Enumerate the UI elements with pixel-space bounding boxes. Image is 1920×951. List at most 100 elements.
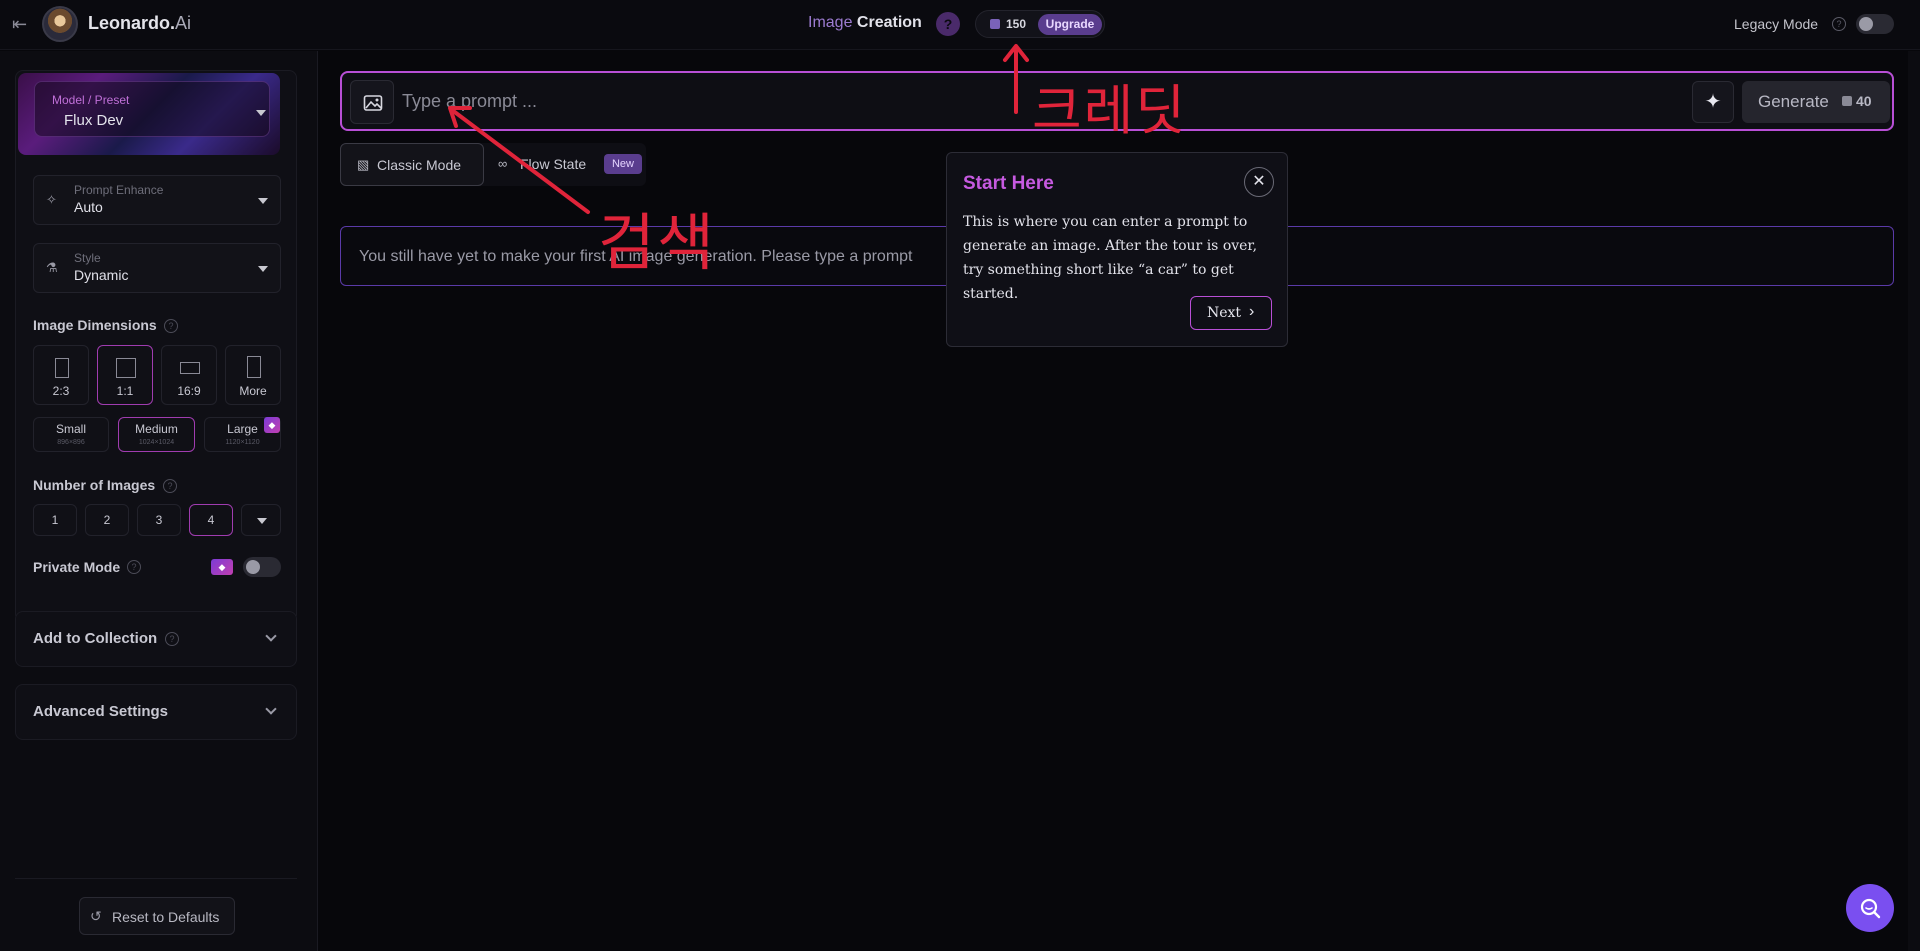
- credit-coin-icon: [1842, 96, 1852, 106]
- model-preset-value: Flux Dev: [64, 112, 124, 129]
- style-label: Style: [74, 251, 101, 265]
- annotation-credit-text: 크레딧: [1032, 79, 1188, 142]
- legacy-mode-toggle[interactable]: [1856, 14, 1894, 34]
- size-label: Small: [55, 422, 86, 436]
- premium-gem-icon: ◆: [264, 417, 280, 433]
- size-medium[interactable]: Medium 1024×1024: [118, 417, 195, 452]
- prompt-enhance-select[interactable]: ✧ Prompt Enhance Auto: [33, 175, 281, 225]
- square-shape-icon: [116, 358, 136, 378]
- private-mode-label: Private Mode: [33, 559, 121, 575]
- num-images-3[interactable]: 3: [137, 504, 181, 536]
- tour-next-button[interactable]: Next ›: [1190, 296, 1272, 330]
- dimension-label: 2:3: [52, 384, 70, 398]
- sparkle-icon: ✧: [46, 192, 57, 207]
- scrollbar[interactable]: [1908, 51, 1920, 951]
- model-preset-label: Model / Preset: [52, 93, 130, 107]
- premium-gem-icon: ◆: [211, 559, 233, 575]
- size-resolution: 1120×1120: [225, 439, 260, 446]
- number-of-images-title: Number of Images: [33, 477, 156, 493]
- chat-support-button[interactable]: [1846, 884, 1894, 932]
- reset-label: Reset to Defaults: [112, 909, 220, 925]
- style-value: Dynamic: [74, 267, 129, 283]
- prompt-enhance-label: Prompt Enhance: [74, 183, 164, 197]
- brand-ai: Ai: [175, 13, 192, 33]
- tab-flow-state[interactable]: ∞ Flow State New: [490, 143, 646, 186]
- next-label: Next: [1207, 305, 1242, 321]
- close-icon[interactable]: ✕: [1244, 167, 1274, 197]
- credit-coin-icon: [990, 19, 1000, 29]
- portrait-shape-icon: [55, 358, 69, 378]
- model-dropdown-icon[interactable]: [256, 110, 266, 116]
- help-icon[interactable]: ?: [936, 12, 960, 36]
- image-prompt-button[interactable]: [350, 80, 394, 124]
- credits-badge[interactable]: 150 Upgrade: [975, 10, 1105, 38]
- back-arrow-icon[interactable]: ⇤: [12, 14, 34, 34]
- title-part-creation: Creation: [856, 14, 922, 31]
- new-badge: New: [604, 154, 642, 174]
- num-images-2[interactable]: 2: [85, 504, 129, 536]
- add-to-collection-label: Add to Collection: [33, 630, 158, 647]
- tour-popover: Start Here ✕ This is where you can enter…: [946, 152, 1288, 347]
- dimension-more[interactable]: More: [225, 345, 281, 405]
- private-mode-help-icon[interactable]: ?: [127, 560, 141, 574]
- advanced-settings-label: Advanced Settings: [33, 703, 169, 720]
- sidebar-divider: [15, 878, 297, 879]
- brand-main: Leonardo.: [88, 13, 176, 33]
- image-dimensions-title: Image Dimensions: [33, 317, 157, 333]
- more-shape-icon: [247, 356, 261, 378]
- tour-body: This is where you can enter a prompt to …: [963, 214, 1258, 302]
- image-upload-icon: [363, 95, 383, 111]
- dimension-label: 1:1: [116, 384, 134, 398]
- landscape-shape-icon: [180, 362, 200, 374]
- link-icon: ∞: [498, 156, 508, 171]
- page-title: Image Creation: [808, 14, 922, 32]
- mode-tabs: ▧ Classic Mode ∞ Flow State New: [340, 143, 646, 186]
- upgrade-button[interactable]: Upgrade: [1038, 14, 1102, 35]
- image-icon: ▧: [357, 157, 370, 172]
- tab-label: Classic Mode: [377, 157, 462, 173]
- num-images-help-icon[interactable]: ?: [163, 479, 177, 493]
- private-mode-toggle[interactable]: [243, 557, 281, 577]
- tour-title: Start Here: [963, 173, 1054, 194]
- model-preset-selector[interactable]: [18, 73, 280, 155]
- legacy-help-icon[interactable]: ?: [1832, 17, 1846, 31]
- brand-name: Leonardo.Ai: [88, 13, 191, 34]
- collection-help-icon[interactable]: ?: [165, 632, 179, 646]
- tab-classic-mode[interactable]: ▧ Classic Mode: [340, 143, 484, 186]
- style-select[interactable]: ⚗ Style Dynamic: [33, 243, 281, 293]
- prompt-enhance-value: Auto: [74, 199, 103, 215]
- prompt-input[interactable]: [402, 85, 1402, 117]
- chevron-down-icon: [258, 198, 268, 204]
- chevron-down-icon: [257, 518, 267, 524]
- dimension-label: More: [239, 384, 267, 398]
- num-images-more[interactable]: [241, 504, 281, 536]
- size-resolution: 1024×1024: [138, 439, 175, 446]
- dimension-16-9[interactable]: 16:9: [161, 345, 217, 405]
- top-header: ⇤ Leonardo.Ai Image Creation ? 150 Upgra…: [0, 0, 1920, 50]
- dimension-1-1[interactable]: 1:1: [97, 345, 153, 405]
- title-part-image: Image: [808, 14, 853, 31]
- num-images-1[interactable]: 1: [33, 504, 77, 536]
- tab-label: Flow State: [520, 156, 587, 172]
- generate-cost: 40: [1856, 93, 1872, 109]
- credit-count: 150: [1006, 17, 1027, 31]
- generate-button[interactable]: Generate 40: [1742, 81, 1890, 123]
- chevron-right-icon: ›: [1249, 303, 1255, 320]
- size-label: Medium: [135, 422, 178, 436]
- reset-to-defaults-button[interactable]: ↺ Reset to Defaults: [79, 897, 235, 935]
- annotation-search-text: 검색: [598, 206, 717, 279]
- num-images-4[interactable]: 4: [189, 504, 233, 536]
- reset-icon: ↺: [90, 908, 102, 924]
- dimension-label: 16:9: [177, 384, 201, 398]
- legacy-mode-label: Legacy Mode: [1734, 16, 1819, 32]
- size-resolution: 896×896: [57, 439, 85, 446]
- leonardo-logo[interactable]: [42, 6, 78, 42]
- generate-label: Generate: [1758, 92, 1829, 111]
- chevron-down-icon: [258, 266, 268, 272]
- chat-search-icon: [1860, 898, 1881, 919]
- dimensions-help-icon[interactable]: ?: [164, 319, 178, 333]
- size-small[interactable]: Small 896×896: [33, 417, 109, 452]
- flask-icon: ⚗: [46, 260, 58, 275]
- dimension-2-3[interactable]: 2:3: [33, 345, 89, 405]
- prompt-magic-icon[interactable]: ✦: [1692, 81, 1734, 123]
